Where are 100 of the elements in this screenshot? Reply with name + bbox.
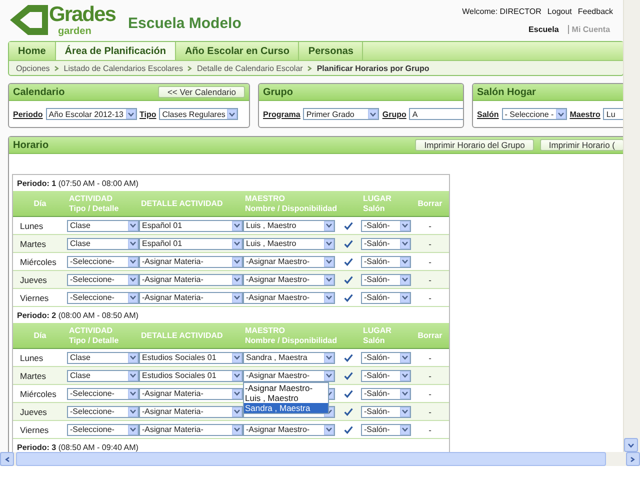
- chevron-icon: [402, 295, 408, 300]
- chevron-icon: [402, 277, 408, 282]
- period-label: Periodo: 3 (08:50 AM - 09:40 AM): [16, 442, 140, 452]
- subject-dropdown[interactable]: -Asignar Materia-: [139, 256, 243, 268]
- teacher-dropdown[interactable]: -Asignar Maestro-: [243, 274, 335, 286]
- room-dropdown[interactable]: -Salón-: [361, 388, 411, 400]
- activity-dropdown[interactable]: -Seleccione-: [67, 406, 139, 418]
- activity-dropdown[interactable]: Clase: [67, 370, 139, 382]
- room-dropdown[interactable]: -Salón-: [361, 238, 411, 250]
- panel-title: Salón Hogar: [477, 86, 536, 98]
- column-heading: ACTIVIDAD: [69, 194, 113, 204]
- teacher-dropdown[interactable]: -Asignar Maestro-: [243, 256, 335, 268]
- nav-tab[interactable]: Personas: [299, 42, 364, 60]
- field-label: Programa: [263, 110, 300, 118]
- view-calendar-button[interactable]: << Ver Calendario: [158, 86, 245, 98]
- subject-dropdown[interactable]: -Asignar Materia-: [139, 292, 243, 304]
- teacher-dropdown[interactable]: -Asignar Maestro-: [243, 292, 335, 304]
- breadcrumb-link[interactable]: Opciones: [16, 64, 50, 72]
- subject-dropdown[interactable]: Estudios Sociales 01: [139, 370, 243, 382]
- column-heading: LUGAR: [363, 194, 392, 204]
- day-cell-text: Martes: [19, 370, 47, 380]
- dropdown[interactable]: Lu: [603, 108, 624, 120]
- header-link[interactable]: Feedback: [578, 7, 614, 16]
- column-heading: Día: [34, 198, 46, 208]
- chevron-icon: [234, 391, 240, 396]
- delete-cell-text: -: [428, 388, 432, 398]
- nav-tab[interactable]: Año Escolar en Curso: [176, 42, 300, 60]
- room-dropdown[interactable]: -Salón-: [361, 370, 411, 382]
- chevron-icon: [130, 241, 136, 246]
- dropdown[interactable]: - Seleccione -: [502, 108, 567, 120]
- field-label: Salón: [477, 110, 499, 118]
- subject-dropdown[interactable]: -Asignar Materia-: [139, 388, 243, 400]
- account-link[interactable]: Escuela: [526, 25, 562, 34]
- horizontal-scrollbar[interactable]: [0, 452, 640, 466]
- room-dropdown[interactable]: -Salón-: [361, 424, 411, 436]
- subject-dropdown[interactable]: Estudios Sociales 01: [139, 352, 243, 364]
- chevron-icon: [628, 442, 634, 448]
- breadcrumb-link[interactable]: Planificar Horarios por Grupo: [316, 64, 430, 72]
- period-label: Periodo: 2 (08:00 AM - 08:50 AM): [16, 310, 140, 322]
- teacher-dropdown[interactable]: Luis , Maestro: [243, 238, 335, 250]
- column-heading: ACTIVIDAD: [69, 326, 113, 336]
- activity-dropdown[interactable]: -Seleccione-: [67, 274, 139, 286]
- panel-title: Calendario: [13, 86, 65, 98]
- room-dropdown[interactable]: -Salón-: [361, 406, 411, 418]
- nav-tab[interactable]: Área de Planificación: [56, 42, 176, 60]
- day-cell-text: Lunes: [19, 352, 44, 362]
- dropdown[interactable]: Primer Grado: [303, 108, 380, 120]
- print-button[interactable]: Imprimir Horario (: [540, 139, 624, 151]
- dropdown-option[interactable]: Sandra , Maestra: [244, 402, 328, 412]
- teacher-dropdown[interactable]: -Asignar Maestro-: [243, 370, 335, 382]
- dropdown[interactable]: Clases Regulares: [159, 108, 238, 120]
- activity-dropdown[interactable]: -Seleccione-: [67, 424, 139, 436]
- chevron-icon: [130, 391, 136, 396]
- delete-cell-text: -: [428, 406, 432, 416]
- header-link[interactable]: Logout: [547, 7, 572, 16]
- chevron-icon: [326, 259, 332, 264]
- chevron-icon: [326, 295, 332, 300]
- column-heading: Tipo / Detalle: [69, 336, 119, 346]
- chevron-icon: [326, 223, 332, 228]
- room-dropdown[interactable]: -Salón-: [361, 292, 411, 304]
- dropdown[interactable]: Año Escolar 2012-13: [46, 108, 136, 120]
- column-heading: Día: [34, 330, 46, 340]
- column-heading: DETALLE ACTIVIDAD: [141, 198, 223, 208]
- subject-dropdown[interactable]: -Asignar Materia-: [139, 424, 243, 436]
- chevron-icon: [130, 259, 136, 264]
- subject-dropdown[interactable]: Español 01: [139, 238, 243, 250]
- chevron-icon: [402, 373, 408, 378]
- column-heading: MAESTRO: [245, 326, 285, 336]
- room-dropdown[interactable]: -Salón-: [361, 274, 411, 286]
- activity-dropdown[interactable]: -Seleccione-: [67, 388, 139, 400]
- day-cell-text: Jueves: [19, 406, 48, 416]
- delete-cell-text: -: [428, 256, 432, 266]
- chevron-icon: [306, 66, 313, 70]
- day-cell-text: Miércoles: [19, 388, 58, 398]
- activity-dropdown[interactable]: Clase: [67, 352, 139, 364]
- room-dropdown[interactable]: -Salón-: [361, 220, 411, 232]
- subject-dropdown[interactable]: Español 01: [139, 220, 243, 232]
- breadcrumb-link[interactable]: Detalle de Calendario Escolar: [196, 64, 303, 72]
- chevron-icon: [370, 112, 376, 116]
- vertical-scrollbar[interactable]: [623, 0, 640, 452]
- chevron-icon: [234, 355, 240, 360]
- teacher-dropdown[interactable]: Luis , Maestro: [243, 220, 335, 232]
- activity-dropdown[interactable]: -Seleccione-: [67, 292, 139, 304]
- teacher-dropdown[interactable]: Sandra , Maestra: [243, 352, 335, 364]
- chevron-icon: [630, 456, 636, 462]
- breadcrumb-link[interactable]: Listado de Calendarios Escolares: [64, 64, 183, 72]
- room-dropdown[interactable]: -Salón-: [361, 352, 411, 364]
- subject-dropdown[interactable]: -Asignar Materia-: [139, 274, 243, 286]
- activity-dropdown[interactable]: -Seleccione-: [67, 256, 139, 268]
- teacher-dropdown[interactable]: -Asignar Maestro-: [243, 424, 335, 436]
- subject-dropdown[interactable]: -Asignar Materia-: [139, 406, 243, 418]
- chevron-icon: [326, 373, 332, 378]
- column-heading: Borrar: [418, 198, 442, 208]
- activity-dropdown[interactable]: Clase: [67, 238, 139, 250]
- dropdown[interactable]: A: [409, 108, 463, 120]
- delete-cell-text: -: [428, 292, 432, 302]
- room-dropdown[interactable]: -Salón-: [361, 256, 411, 268]
- activity-dropdown[interactable]: Clase: [67, 220, 139, 232]
- print-button[interactable]: Imprimir Horario del Grupo: [415, 139, 534, 151]
- chevron-icon: [234, 277, 240, 282]
